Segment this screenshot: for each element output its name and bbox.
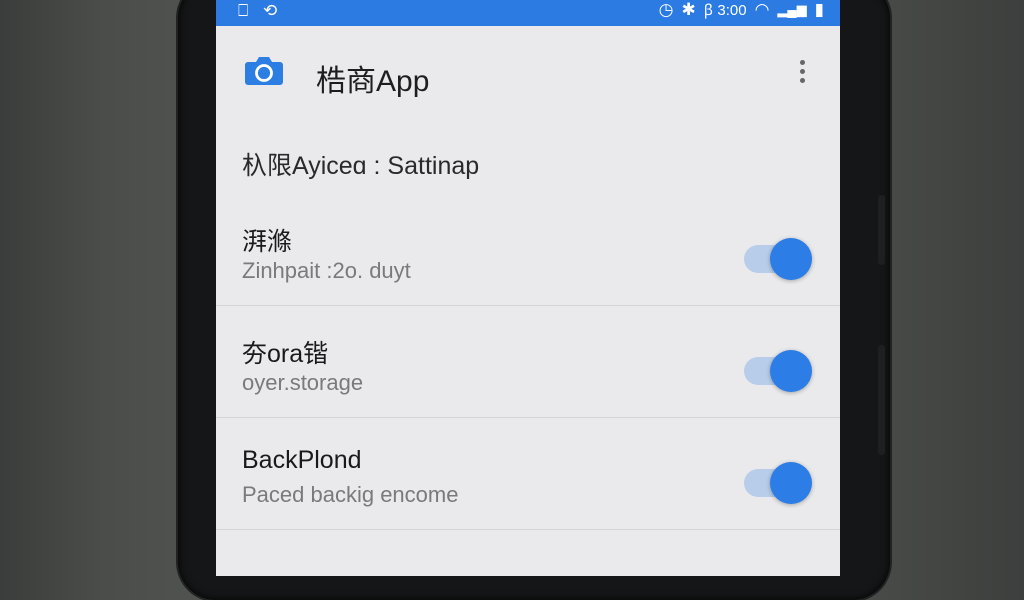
sync-icon: ⟲: [262, 1, 278, 20]
setting-row-1[interactable]: 湃滌 Zinhpait :2o. duyt: [216, 194, 840, 306]
clock-icon: ◷: [658, 0, 674, 19]
phone-side-button: [878, 195, 885, 265]
status-bar: ⎕ ⟲ ◷ ✱ ꞵ 3:00 ◠ ▂▄▆ ▮: [216, 0, 840, 26]
divider: [216, 529, 840, 530]
setting-subtitle: oyer.storage: [242, 370, 364, 395]
toggle-switch[interactable]: [742, 348, 814, 394]
setting-title: BackPlond: [242, 446, 362, 474]
setting-row-3[interactable]: BackPlond Paced backig encome: [216, 418, 840, 530]
toggle-knob: [770, 350, 812, 392]
overflow-dot: [799, 69, 805, 74]
overflow-dot: [799, 60, 805, 65]
phone-side-button: [878, 345, 885, 455]
setting-subtitle: Paced backig encome: [242, 482, 459, 507]
setting-title: 夯ora锴: [242, 340, 329, 368]
setting-subtitle: Zinhpait :2o. duyt: [242, 258, 411, 283]
toggle-knob: [770, 462, 812, 504]
battery-icon: ▮: [814, 0, 824, 19]
more-options-button[interactable]: [794, 56, 810, 86]
status-time: ꞵ 3:00: [703, 2, 747, 19]
setting-title: 湃滌: [242, 228, 293, 256]
signal-icon: ▂▄▆: [777, 2, 807, 17]
toggle-switch[interactable]: [742, 460, 814, 506]
app-bar: 梏商App: [216, 26, 840, 118]
setting-row-2[interactable]: 夯ora锴 oyer.storage: [216, 306, 840, 418]
phone-screen: ⎕ ⟲ ◷ ✱ ꞵ 3:00 ◠ ▂▄▆ ▮ 梏商App 杁限Ayiceɑ : …: [216, 0, 840, 576]
section-title: 杁限Ayiceɑ : Sattinap: [242, 152, 480, 180]
camera-icon[interactable]: [244, 54, 284, 86]
toggle-knob: [770, 238, 812, 280]
wifi-icon: ◠: [754, 0, 770, 19]
overflow-dot: [799, 78, 805, 83]
toggle-switch[interactable]: [742, 236, 814, 282]
bluetooth-icon: ✱: [681, 0, 696, 19]
app-title: 梏商App: [316, 65, 430, 98]
sim-icon: ⎕: [238, 1, 249, 20]
